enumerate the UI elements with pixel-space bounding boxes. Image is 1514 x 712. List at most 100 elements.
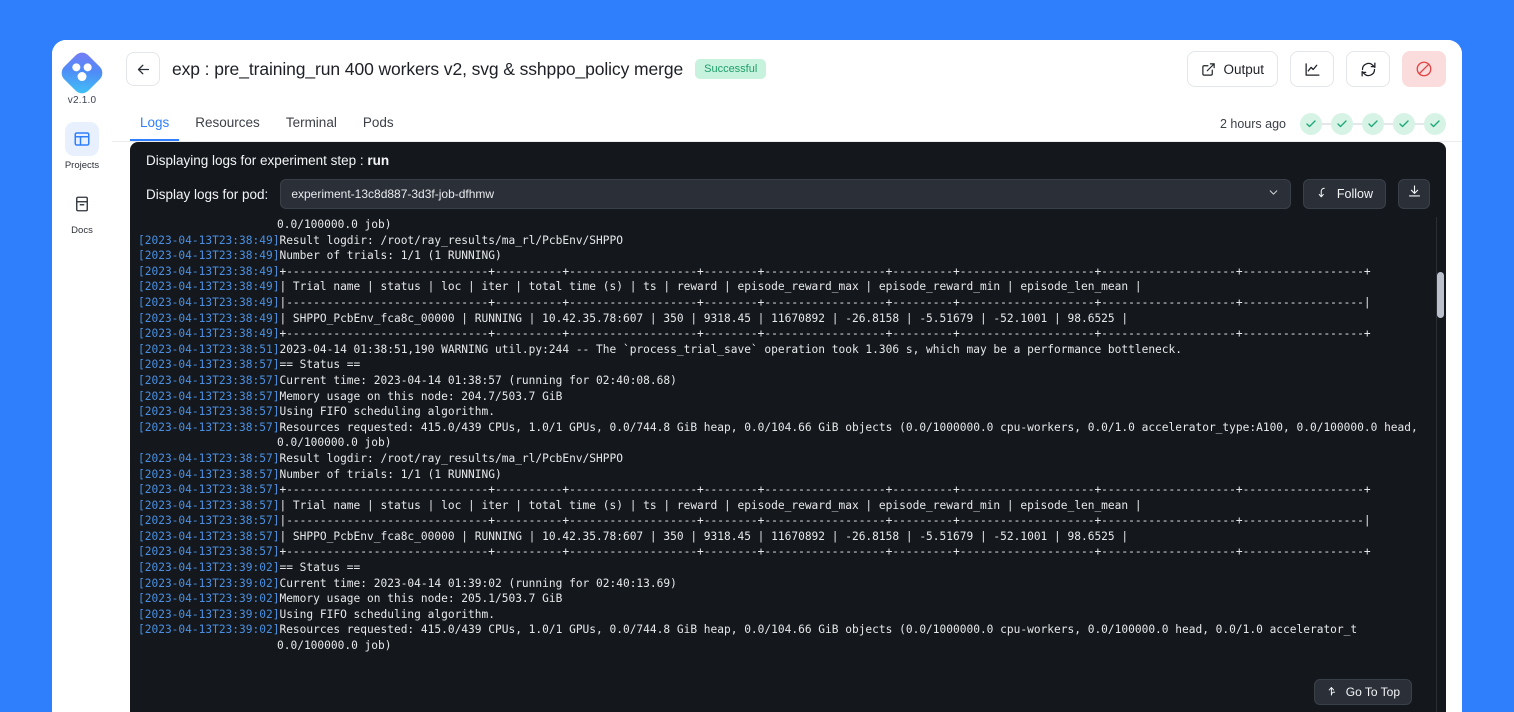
follow-arrow-icon [1316, 186, 1330, 203]
log-timestamp: [2023-04-13T23:38:57] [138, 389, 280, 403]
download-logs-button[interactable] [1398, 179, 1430, 209]
log-line: [2023-04-13T23:39:02] Current time: 2023-… [130, 576, 1446, 592]
log-message: Result logdir: /root/ray_results/ma_rl/P… [279, 451, 623, 465]
follow-button-label: Follow [1336, 187, 1373, 201]
log-line: [2023-04-13T23:38:49] Number of trials: 1… [130, 248, 1446, 264]
log-message: | SHPPO_PcbEnv_fca8c_00000 | RUNNING | 1… [279, 311, 1129, 325]
log-message: +------------------------------+--------… [279, 545, 1371, 559]
log-line: [2023-04-13T23:38:49] +------------------… [130, 326, 1446, 342]
log-line: [2023-04-13T23:39:02] Using FIFO scheduli… [130, 607, 1446, 623]
sidebar: v2.1.0 Projects Docs [52, 40, 112, 712]
log-timestamp: [2023-04-13T23:39:02] [138, 561, 280, 575]
log-line: [2023-04-13T23:38:57] +------------------… [130, 482, 1446, 498]
brand-diamond-icon [57, 48, 107, 98]
chevron-down-icon [1267, 186, 1280, 202]
step-dot-4[interactable] [1393, 113, 1415, 135]
tab-list: Logs Resources Terminal Pods [130, 115, 404, 141]
log-timestamp: [2023-04-13T23:38:57] [138, 420, 280, 434]
log-message: Memory usage on this node: 205.1/503.7 G… [279, 592, 563, 606]
pod-selector-row: Display logs for pod: experiment-13c8d88… [146, 179, 1430, 209]
step-dot-5[interactable] [1424, 113, 1446, 135]
step-progress [1300, 113, 1446, 135]
run-progress-area: 2 hours ago [1220, 113, 1446, 141]
log-message: | Trial name | status | loc | iter | tot… [279, 498, 1142, 512]
logs-step-name: run [367, 153, 390, 168]
log-line: [2023-04-13T23:38:51] 2023-04-14 01:38:51… [130, 342, 1446, 358]
log-message: Current time: 2023-04-14 01:39:02 (runni… [279, 576, 677, 590]
last-updated-label: 2 hours ago [1219, 117, 1286, 131]
tab-terminal[interactable]: Terminal [276, 115, 347, 141]
log-line: [2023-04-13T23:39:02] Memory usage on thi… [130, 591, 1446, 607]
log-message: 0.0/100000.0 job) [277, 639, 392, 653]
log-timestamp [130, 638, 277, 654]
log-line: [2023-04-13T23:39:02] Resources requested… [130, 622, 1446, 638]
log-line: [2023-04-13T23:38:49] |------------------… [130, 295, 1446, 311]
log-line: [2023-04-13T23:38:57] +------------------… [130, 544, 1446, 560]
log-timestamp: [2023-04-13T23:38:57] [138, 514, 280, 528]
page-title: exp : pre_training_run 400 workers v2, s… [172, 58, 684, 79]
tab-logs[interactable]: Logs [130, 115, 180, 141]
log-line: [2023-04-13T23:38:57] | SHPPO_PcbEnv_fca8… [130, 529, 1446, 545]
step-dot-1[interactable] [1300, 113, 1322, 135]
app-version: v2.1.0 [67, 95, 97, 106]
log-line: 0.0/100000.0 job) [130, 435, 1446, 451]
log-timestamp: [2023-04-13T23:38:49] [138, 311, 280, 325]
log-message: Number of trials: 1/1 (1 RUNNING) [279, 467, 502, 481]
log-message: == Status == [279, 561, 361, 575]
log-message: Resources requested: 415.0/439 CPUs, 1.0… [279, 420, 1418, 434]
log-timestamp: [2023-04-13T23:38:49] [138, 327, 280, 341]
tabs-row: Logs Resources Terminal Pods 2 hours ago [112, 98, 1462, 142]
status-badge: Successful [695, 59, 767, 79]
log-timestamp: [2023-04-13T23:38:57] [138, 467, 280, 481]
log-line: [2023-04-13T23:38:57] | Trial name | stat… [130, 498, 1446, 514]
log-output[interactable]: 0.0/100000.0 job) [2023-04-13T23:38:49] Re… [130, 217, 1446, 712]
log-message: 2023-04-14 01:38:51,190 WARNING util.py:… [279, 342, 1183, 356]
back-button[interactable] [126, 52, 160, 86]
output-button[interactable]: Output [1187, 51, 1278, 87]
log-timestamp: [2023-04-13T23:38:51] [138, 342, 280, 356]
log-message: 0.0/100000.0 job) [277, 436, 392, 450]
app-window: v2.1.0 Projects Docs exp: pre_training_… [52, 40, 1462, 712]
tab-pods[interactable]: Pods [353, 115, 404, 141]
log-message: |------------------------------+--------… [279, 514, 1371, 528]
log-line-list: 0.0/100000.0 job) [2023-04-13T23:38:49] Re… [130, 217, 1446, 654]
log-scrollbar-thumb[interactable] [1437, 272, 1444, 318]
log-message: +------------------------------+--------… [279, 483, 1371, 497]
log-timestamp: [2023-04-13T23:38:49] [138, 264, 280, 278]
logs-step-line: Displaying logs for experiment step : ru… [146, 153, 1430, 168]
step-dot-2[interactable] [1331, 113, 1353, 135]
app-logo[interactable]: v2.1.0 [57, 48, 107, 106]
log-line: [2023-04-13T23:38:49] Result logdir: /roo… [130, 233, 1446, 249]
sidebar-item-docs-label: Docs [71, 225, 93, 236]
log-message: 0.0/100000.0 job) [277, 218, 392, 231]
top-toolbar: exp : pre_training_run 400 workers v2, s… [112, 40, 1462, 98]
log-timestamp: [2023-04-13T23:38:57] [138, 405, 280, 419]
sidebar-item-projects-label: Projects [64, 160, 100, 171]
log-timestamp: [2023-04-13T23:38:49] [138, 280, 280, 294]
tab-resources[interactable]: Resources [185, 115, 270, 141]
logs-header: Displaying logs for experiment step : ru… [130, 142, 1446, 209]
log-message: Result logdir: /root/ray_results/ma_rl/P… [279, 233, 623, 247]
sidebar-item-docs[interactable]: Docs [65, 187, 99, 236]
step-connector [1415, 123, 1424, 125]
go-to-top-button[interactable]: Go To Top [1313, 679, 1412, 705]
refresh-button[interactable] [1346, 51, 1390, 87]
metrics-chart-button[interactable] [1290, 51, 1334, 87]
pod-select[interactable]: experiment-13c8d887-3d3f-job-dfhmw [280, 179, 1291, 209]
step-dot-3[interactable] [1362, 113, 1384, 135]
log-timestamp: [2023-04-13T23:38:57] [138, 451, 280, 465]
log-line: [2023-04-13T23:38:57] |------------------… [130, 513, 1446, 529]
sidebar-item-projects[interactable]: Projects [65, 122, 99, 171]
log-line: [2023-04-13T23:38:49] | Trial name | stat… [130, 279, 1446, 295]
log-message: | Trial name | status | loc | iter | tot… [279, 280, 1142, 294]
pod-select-value: experiment-13c8d887-3d3f-job-dfhmw [291, 187, 495, 201]
log-line: [2023-04-13T23:38:57] Using FIFO scheduli… [130, 404, 1446, 420]
stop-button[interactable] [1402, 51, 1446, 87]
log-message: +------------------------------+--------… [279, 264, 1371, 278]
log-message: Using FIFO scheduling algorithm. [279, 405, 495, 419]
log-line: [2023-04-13T23:38:57] Number of trials: 1… [130, 467, 1446, 483]
log-line: 0.0/100000.0 job) [130, 217, 1446, 233]
follow-button[interactable]: Follow [1302, 179, 1386, 209]
go-to-top-label: Go To Top [1345, 685, 1400, 699]
main-area: exp : pre_training_run 400 workers v2, s… [112, 40, 1462, 712]
